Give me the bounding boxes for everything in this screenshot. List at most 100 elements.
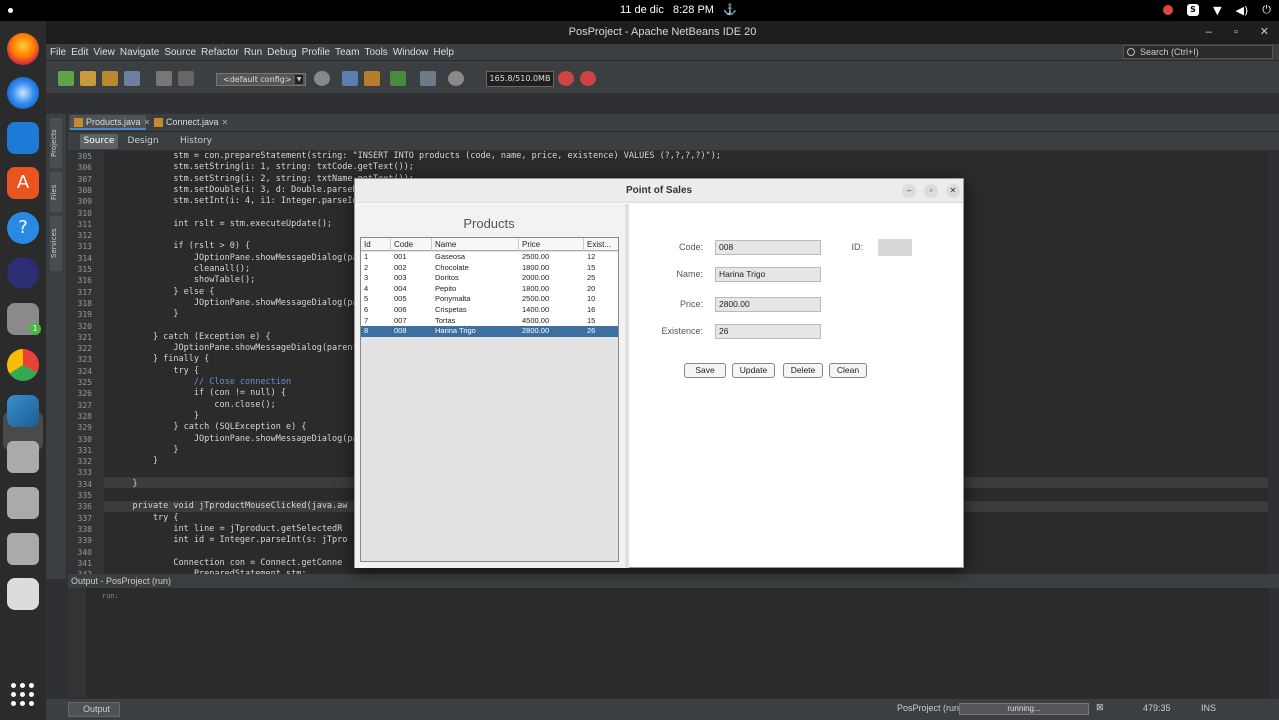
menu-run[interactable]: Run: [244, 47, 262, 58]
table-row[interactable]: 8 008 Harina Trigo 2800.00 26: [361, 326, 618, 337]
run-icon[interactable]: [390, 71, 406, 86]
app-center-icon[interactable]: A: [7, 167, 39, 199]
menu-source[interactable]: Source: [164, 47, 196, 58]
netbeans-icon[interactable]: [7, 395, 39, 427]
output-panel[interactable]: run:: [68, 588, 1269, 698]
products-table[interactable]: Id Code Name Price Exist... 1 001 Gaseosa 2…: [360, 237, 619, 562]
update-button[interactable]: Update: [732, 363, 775, 378]
maximize-button[interactable]: ▫: [1234, 21, 1238, 44]
profile-icon[interactable]: [448, 71, 464, 86]
table-row[interactable]: 7 007 Tortas 4500.00 15: [361, 316, 618, 327]
debug-icon[interactable]: [420, 71, 436, 86]
gc-icon-1[interactable]: [558, 71, 574, 86]
power-icon[interactable]: ⏻: [1262, 3, 1271, 17]
output-tab[interactable]: Output: [68, 702, 120, 717]
table-row[interactable]: 6 006 Crispetas 1400.00 16: [361, 305, 618, 316]
existence-field[interactable]: 26: [715, 324, 821, 339]
menu-edit[interactable]: Edit: [71, 47, 88, 58]
clock[interactable]: 11 de dic 8:28 PM ⚓: [620, 3, 737, 16]
output-toolbar: [68, 588, 86, 698]
chrome-icon[interactable]: [7, 349, 39, 381]
delete-button[interactable]: Delete: [783, 363, 823, 378]
undo-icon[interactable]: [156, 71, 172, 86]
minimize-button[interactable]: –: [1206, 21, 1212, 44]
menu-refactor[interactable]: Refactor: [201, 47, 239, 58]
tab-source[interactable]: Source: [80, 134, 118, 149]
settings-gear-icon[interactable]: [314, 71, 330, 86]
column-id[interactable]: Id: [361, 238, 391, 251]
new-project-icon[interactable]: [80, 71, 96, 86]
search-input[interactable]: Search (Ctrl+I): [1123, 45, 1273, 59]
editor-scrollbar[interactable]: [1268, 151, 1279, 591]
output-text: run:: [102, 592, 119, 600]
menu-debug[interactable]: Debug: [267, 47, 296, 58]
new-file-icon[interactable]: [58, 71, 74, 86]
eclipse-icon[interactable]: [7, 257, 39, 289]
disk-icon-3[interactable]: [7, 533, 39, 565]
column-code[interactable]: Code: [391, 238, 432, 251]
firefox-icon[interactable]: [7, 33, 39, 65]
memory-indicator[interactable]: 165.8/510.0MB: [486, 71, 554, 87]
disk-icon-2[interactable]: [7, 487, 39, 519]
tab-design[interactable]: Design: [124, 134, 162, 149]
build-hammer-icon[interactable]: [342, 71, 358, 86]
save-all-icon[interactable]: [124, 71, 140, 86]
code-line: try {: [112, 512, 179, 523]
save-button[interactable]: Save: [684, 363, 726, 378]
wifi-icon[interactable]: ▼: [1213, 4, 1221, 17]
volume-icon[interactable]: ◀): [1236, 4, 1249, 17]
close-button[interactable]: ✕: [1260, 21, 1269, 44]
table-row[interactable]: 3 003 Doritos 2000.00 25: [361, 273, 618, 284]
clean-button[interactable]: Clean: [829, 363, 867, 378]
side-tab-services[interactable]: Services: [50, 216, 62, 271]
price-field[interactable]: 2800.00: [715, 297, 821, 312]
menu-file[interactable]: File: [50, 47, 66, 58]
table-cell: 8: [364, 326, 369, 336]
dialog-maximize-button[interactable]: ▫: [924, 184, 938, 198]
disk-icon-1[interactable]: [7, 441, 39, 473]
activities-button[interactable]: [8, 8, 13, 13]
gc-icon-2[interactable]: [580, 71, 596, 86]
tab-connect-java[interactable]: Connect.java ✕: [150, 115, 229, 130]
menu-profile[interactable]: Profile: [302, 47, 330, 58]
side-tab-projects[interactable]: Projects: [50, 118, 62, 168]
name-field[interactable]: Harina Trigo: [715, 267, 821, 282]
menu-team[interactable]: Team: [335, 47, 359, 58]
open-project-icon[interactable]: [102, 71, 118, 86]
trash-icon[interactable]: [7, 578, 39, 610]
tab-history[interactable]: History: [174, 134, 218, 149]
column-name[interactable]: Name: [432, 238, 519, 251]
code-label: Code:: [678, 242, 703, 252]
dialog-close-button[interactable]: ✕: [946, 184, 960, 198]
side-tab-files[interactable]: Files: [50, 172, 62, 212]
show-apps-icon[interactable]: [11, 683, 35, 707]
menu-navigate[interactable]: Navigate: [120, 47, 159, 58]
column-existence[interactable]: Exist...: [584, 238, 618, 251]
table-row[interactable]: 5 005 Ponymalta 2500.00 10: [361, 294, 618, 305]
stop-icon[interactable]: ⊠: [1096, 702, 1104, 713]
column-price[interactable]: Price: [519, 238, 584, 251]
code-line: } catch (SQLException e) {: [112, 422, 307, 433]
writer-icon[interactable]: [7, 122, 39, 154]
redo-icon[interactable]: [178, 71, 194, 86]
id-field[interactable]: [878, 239, 912, 256]
skype-icon[interactable]: S: [1187, 4, 1200, 16]
menu-tools[interactable]: Tools: [364, 47, 387, 58]
code-line: // Close connection: [112, 377, 292, 387]
help-icon[interactable]: ?: [7, 212, 39, 244]
config-select[interactable]: <default config> ▼: [216, 73, 306, 86]
menu-window[interactable]: Window: [393, 47, 429, 58]
menu-help[interactable]: Help: [433, 47, 454, 58]
close-icon[interactable]: ✕: [222, 118, 229, 127]
dialog-minimize-button[interactable]: –: [902, 184, 916, 198]
record-icon[interactable]: [1163, 5, 1174, 15]
clean-build-icon[interactable]: [364, 71, 380, 86]
system-tray[interactable]: S ▼ ◀) ⏻: [1163, 3, 1271, 17]
split-divider[interactable]: [625, 204, 629, 568]
menu-view[interactable]: View: [93, 47, 115, 58]
tab-products-java[interactable]: Products.java ✕: [70, 115, 150, 130]
table-row[interactable]: 1 001 Gaseosa 2500.00 12: [361, 252, 618, 263]
thunderbird-icon[interactable]: [7, 77, 39, 109]
table-row[interactable]: 4 004 Pepito 1800.00 20: [361, 284, 618, 295]
table-row[interactable]: 2 002 Chocolate 1800.00 15: [361, 263, 618, 274]
